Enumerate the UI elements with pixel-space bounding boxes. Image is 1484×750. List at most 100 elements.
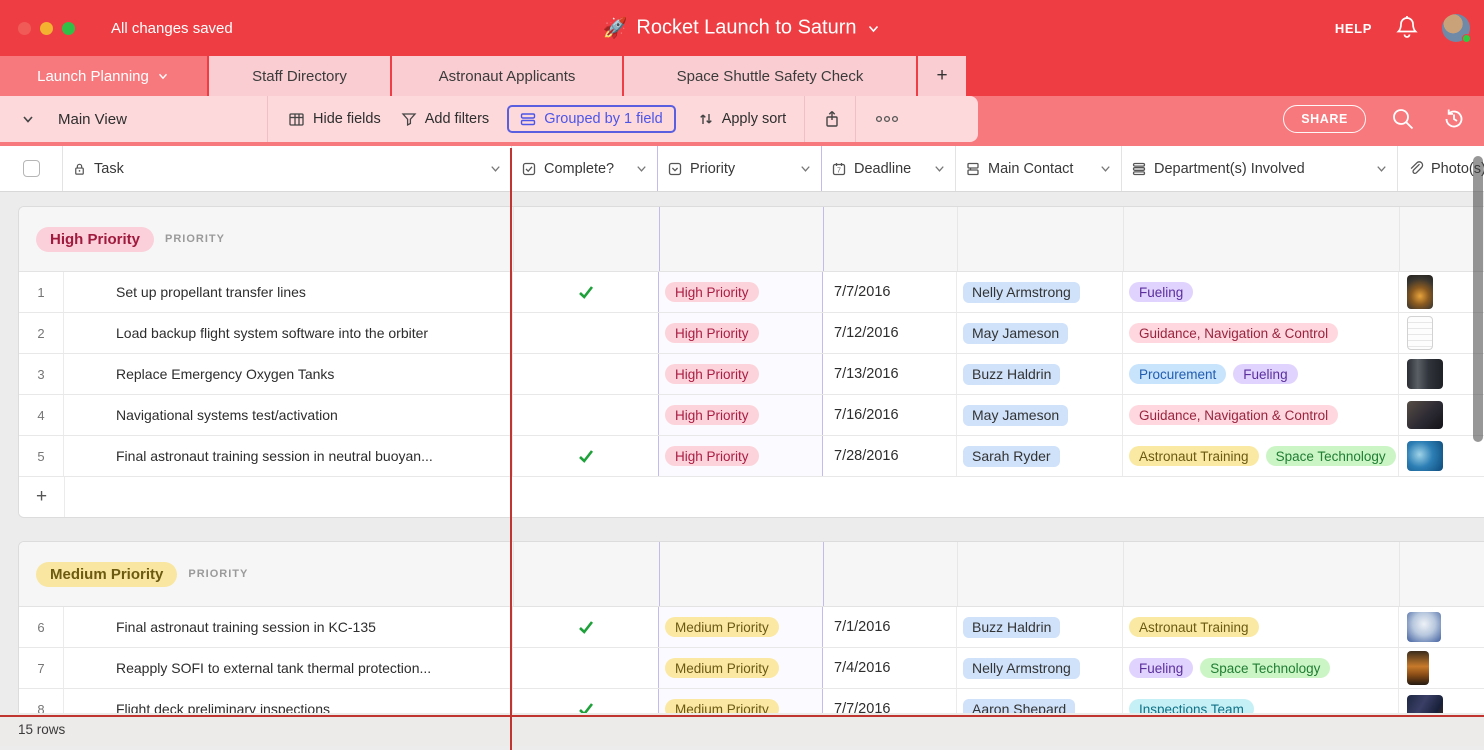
- task-cell[interactable]: Navigational systems test/activation: [64, 395, 513, 435]
- close-window-button[interactable]: [18, 22, 31, 35]
- priority-cell[interactable]: High Priority: [659, 395, 823, 435]
- row-number[interactable]: 7: [19, 648, 64, 688]
- task-cell[interactable]: Set up propellant transfer lines: [64, 272, 513, 312]
- row-number[interactable]: 1: [19, 272, 64, 312]
- task-cell[interactable]: Flight deck preliminary inspections: [64, 689, 513, 713]
- share-base-button[interactable]: SHARE: [1283, 105, 1366, 133]
- contact-cell[interactable]: Buzz Haldrin: [957, 354, 1123, 394]
- deadline-cell[interactable]: 7/4/2016: [823, 648, 957, 688]
- priority-cell[interactable]: Medium Priority: [659, 648, 823, 688]
- chevron-down-icon[interactable]: [1374, 161, 1389, 176]
- task-cell[interactable]: Final astronaut training session in neut…: [64, 436, 513, 476]
- flight-deck-photo[interactable]: [1407, 695, 1443, 713]
- photo-cell[interactable]: [1399, 689, 1484, 713]
- deadline-cell[interactable]: 7/12/2016: [823, 313, 957, 353]
- priority-cell[interactable]: High Priority: [659, 272, 823, 312]
- row-number[interactable]: 5: [19, 436, 64, 476]
- departments-cell[interactable]: FuelingSpace Technology: [1123, 648, 1399, 688]
- column-header-photo-s[interactable]: Photo(s): [1398, 146, 1484, 191]
- contact-cell[interactable]: Sarah Ryder: [957, 436, 1123, 476]
- photo-cell[interactable]: [1399, 648, 1484, 688]
- deadline-cell[interactable]: 7/28/2016: [823, 436, 957, 476]
- column-header-main-contact[interactable]: Main Contact: [956, 146, 1122, 191]
- task-cell[interactable]: Replace Emergency Oxygen Tanks: [64, 354, 513, 394]
- photo-cell[interactable]: [1399, 436, 1484, 476]
- avatar[interactable]: [1442, 14, 1470, 42]
- kc135-training-photo[interactable]: [1407, 612, 1441, 642]
- grouped-by-button[interactable]: Grouped by 1 field: [507, 105, 676, 133]
- deadline-cell[interactable]: 7/16/2016: [823, 395, 957, 435]
- priority-cell[interactable]: Medium Priority: [659, 607, 823, 647]
- complete-cell[interactable]: [513, 436, 659, 476]
- departments-cell[interactable]: ProcurementFueling: [1123, 354, 1399, 394]
- photo-cell[interactable]: [1399, 395, 1484, 435]
- priority-cell[interactable]: High Priority: [659, 354, 823, 394]
- departments-cell[interactable]: Astronaut Training: [1123, 607, 1399, 647]
- deadline-cell[interactable]: 7/1/2016: [823, 607, 957, 647]
- tab-astronaut-applicants[interactable]: Astronaut Applicants: [392, 56, 622, 96]
- complete-cell[interactable]: [513, 272, 659, 312]
- deadline-cell[interactable]: 7/7/2016: [823, 689, 957, 713]
- row-number[interactable]: 4: [19, 395, 64, 435]
- task-cell[interactable]: Load backup flight system software into …: [64, 313, 513, 353]
- oxygen-tanks-photo[interactable]: [1407, 359, 1443, 389]
- tab-launch-planning[interactable]: Launch Planning: [0, 56, 207, 96]
- column-header-deadline[interactable]: 7Deadline: [822, 146, 956, 191]
- engine-nozzle-photo[interactable]: [1407, 275, 1433, 309]
- apply-sort-button[interactable]: Apply sort: [698, 111, 786, 127]
- departments-cell[interactable]: Guidance, Navigation & Control: [1123, 313, 1399, 353]
- complete-cell[interactable]: [513, 313, 659, 353]
- photo-cell[interactable]: [1399, 313, 1484, 353]
- vertical-scrollbar[interactable]: [1473, 156, 1483, 442]
- complete-cell[interactable]: [513, 395, 659, 435]
- contact-cell[interactable]: Nelly Armstrong: [957, 272, 1123, 312]
- photo-cell[interactable]: [1399, 354, 1484, 394]
- select-all-checkbox[interactable]: [23, 160, 40, 177]
- column-header-task[interactable]: Task: [63, 146, 512, 191]
- hide-fields-button[interactable]: Hide fields: [288, 111, 381, 128]
- column-header-priority[interactable]: Priority: [658, 146, 822, 191]
- complete-cell[interactable]: [513, 354, 659, 394]
- add-table-tab-button[interactable]: +: [918, 56, 966, 96]
- deadline-cell[interactable]: 7/7/2016: [823, 272, 957, 312]
- contact-cell[interactable]: May Jameson: [957, 313, 1123, 353]
- deadline-cell[interactable]: 7/13/2016: [823, 354, 957, 394]
- task-cell[interactable]: Reapply SOFI to external tank thermal pr…: [64, 648, 513, 688]
- contact-cell[interactable]: May Jameson: [957, 395, 1123, 435]
- notifications-bell-icon[interactable]: [1394, 14, 1420, 42]
- external-tank-photo[interactable]: [1407, 651, 1429, 685]
- add-filters-button[interactable]: Add filters: [401, 111, 489, 127]
- column-header-complete[interactable]: Complete?: [512, 146, 658, 191]
- history-icon[interactable]: [1440, 105, 1468, 133]
- contact-cell[interactable]: Buzz Haldrin: [957, 607, 1123, 647]
- contact-cell[interactable]: Nelly Armstrong: [957, 648, 1123, 688]
- underwater-training-photo[interactable]: [1407, 441, 1443, 471]
- column-header-department-s-involved[interactable]: Department(s) Involved: [1122, 146, 1398, 191]
- chevron-down-icon[interactable]: [932, 161, 947, 176]
- tab-space-shuttle-safety-check[interactable]: Space Shuttle Safety Check: [624, 56, 916, 96]
- document-photo[interactable]: [1407, 316, 1433, 350]
- row-number[interactable]: 3: [19, 354, 64, 394]
- priority-cell[interactable]: High Priority: [659, 313, 823, 353]
- photo-cell[interactable]: [1399, 607, 1484, 647]
- more-options-button[interactable]: [874, 113, 900, 125]
- view-switcher[interactable]: Main View: [0, 111, 267, 128]
- share-view-button[interactable]: [823, 109, 841, 129]
- add-row[interactable]: +: [19, 477, 1484, 517]
- chevron-down-icon[interactable]: [1098, 161, 1113, 176]
- row-number[interactable]: 8: [19, 689, 64, 713]
- task-cell[interactable]: Final astronaut training session in KC-1…: [64, 607, 513, 647]
- zoom-window-button[interactable]: [62, 22, 75, 35]
- group-header-high-priority[interactable]: High PriorityPRIORITY: [19, 207, 1484, 272]
- group-header-medium-priority[interactable]: Medium PriorityPRIORITY: [19, 542, 1484, 607]
- add-row-plus-icon[interactable]: +: [19, 486, 64, 508]
- row-number[interactable]: 6: [19, 607, 64, 647]
- complete-cell[interactable]: [513, 689, 659, 713]
- chevron-down-icon[interactable]: [634, 161, 649, 176]
- row-number[interactable]: 2: [19, 313, 64, 353]
- chevron-down-icon[interactable]: [798, 161, 813, 176]
- contact-cell[interactable]: Aaron Shepard: [957, 689, 1123, 713]
- help-link[interactable]: HELP: [1335, 21, 1372, 36]
- priority-cell[interactable]: High Priority: [659, 436, 823, 476]
- complete-cell[interactable]: [513, 648, 659, 688]
